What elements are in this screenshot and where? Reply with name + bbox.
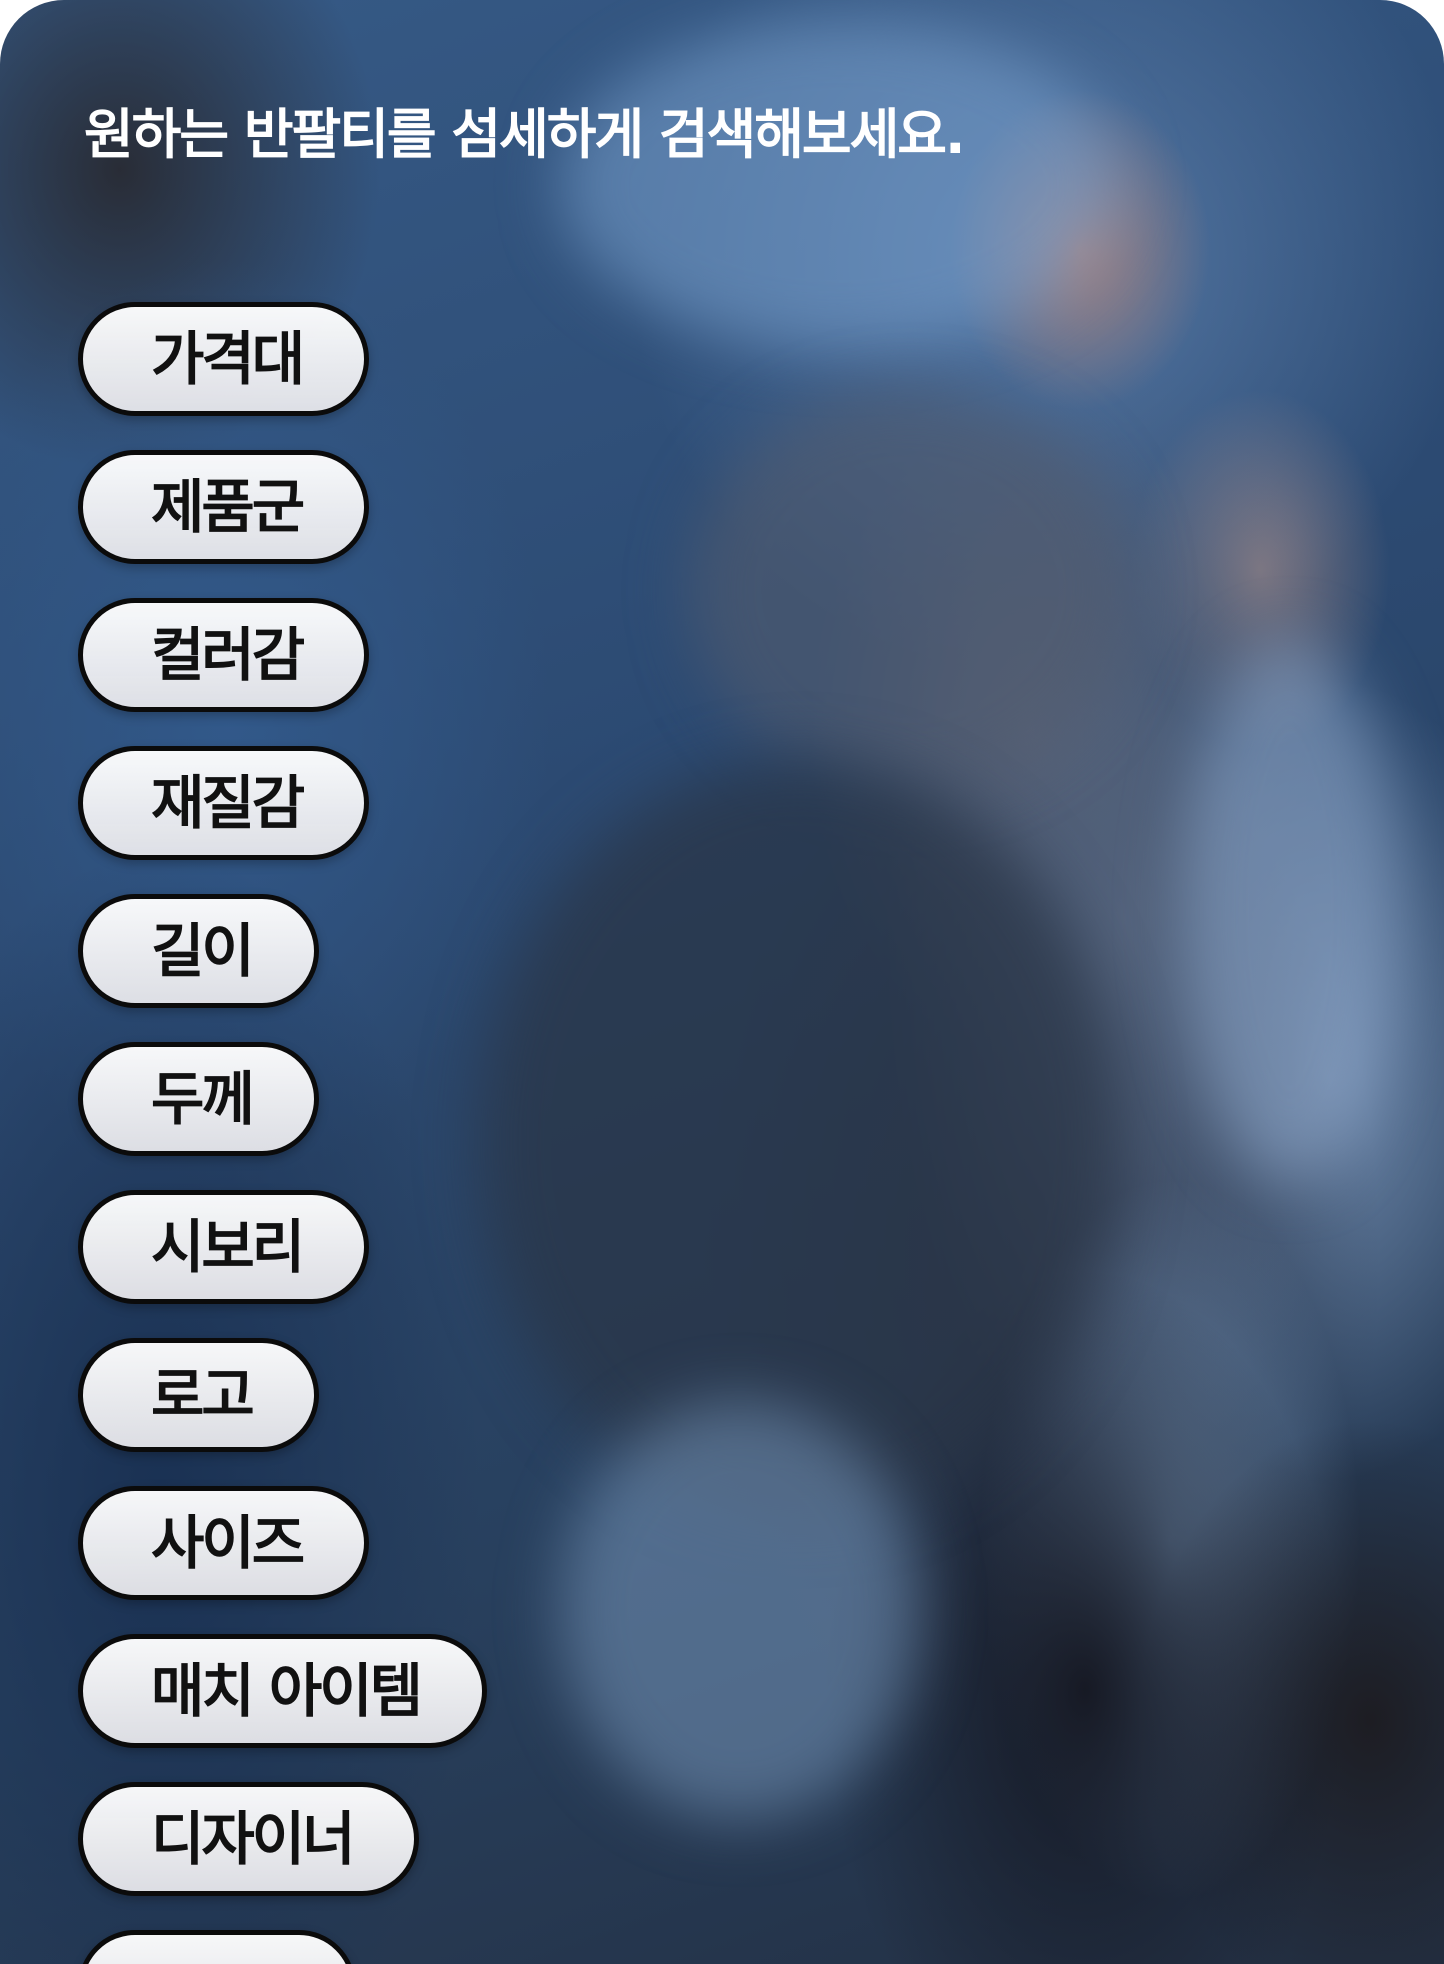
filter-chip-thickness[interactable]: 두께 [78, 1042, 319, 1156]
filter-chip-list: 가격대 제품군 컬러감 재질감 길이 두께 시보리 로고 사이즈 매치 아이템 … [78, 302, 487, 1964]
background-photo: 원하는 반팔티를 섬세하게 검색해보세요. 가격대 제품군 컬러감 재질감 길이… [0, 0, 1444, 1964]
filter-chip-texture[interactable]: 재질감 [78, 746, 370, 860]
filter-chip-partial[interactable] [78, 1930, 356, 1964]
filter-chip-designer[interactable]: 디자이너 [78, 1782, 420, 1896]
filter-chip-ribbing[interactable]: 시보리 [78, 1190, 370, 1304]
photo-blur-boot [560, 1400, 920, 1820]
filter-chip-match-item[interactable]: 매치 아이템 [78, 1634, 487, 1748]
photo-blur-denim-shirt [560, 20, 1120, 350]
filter-chip-logo[interactable]: 로고 [78, 1338, 319, 1452]
photo-blur-sleeve [1180, 640, 1400, 1180]
filter-chip-size[interactable]: 사이즈 [78, 1486, 370, 1600]
filter-chip-length[interactable]: 길이 [78, 894, 319, 1008]
page-headline: 원하는 반팔티를 섬세하게 검색해보세요. [84, 103, 965, 166]
photo-blur-jeans [480, 760, 1120, 1520]
filter-chip-color[interactable]: 컬러감 [78, 598, 370, 712]
photo-blur-crop-top [690, 390, 1130, 790]
filter-chip-price-range[interactable]: 가격대 [78, 302, 370, 416]
filter-chip-product-group[interactable]: 제품군 [78, 450, 370, 564]
